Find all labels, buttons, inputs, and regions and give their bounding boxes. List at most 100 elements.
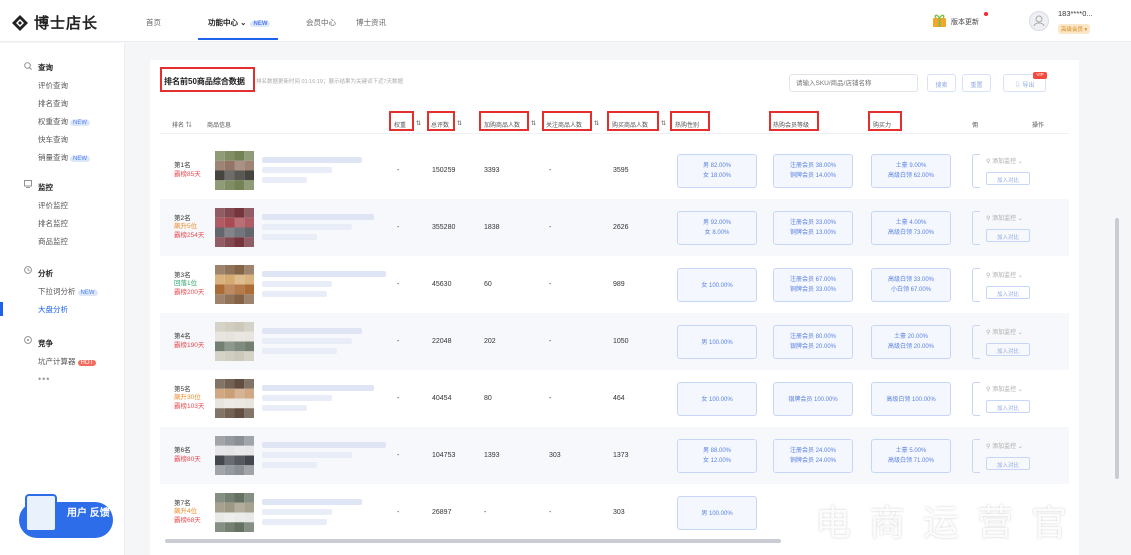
cell-buy: 1373 xyxy=(613,451,629,459)
sidebar-item-rank-query[interactable]: 排名查询 xyxy=(38,98,68,109)
nav-member[interactable]: 会员中心 xyxy=(306,17,336,28)
version-update-link[interactable]: 版本更新 xyxy=(951,17,979,27)
th-total-reviews[interactable]: 总评数 xyxy=(431,120,449,129)
sidebar-item-rank-monitor[interactable]: 排名监控 xyxy=(38,218,68,229)
reset-button[interactable]: 重置 xyxy=(962,74,991,92)
cell-buy: 1050 xyxy=(613,337,629,345)
product-thumbnail[interactable] xyxy=(215,208,254,247)
sidebar-item-market-analysis[interactable]: 大盘分析 xyxy=(38,304,68,315)
search-button[interactable]: 搜索 xyxy=(927,74,956,92)
gender-value: 女 8.00% xyxy=(704,229,730,236)
product-shop-blurred xyxy=(262,394,332,401)
cell-weight: - xyxy=(397,394,400,402)
member-value: 银牌会员 20.00% xyxy=(789,343,837,350)
product-thumbnail[interactable] xyxy=(215,493,254,532)
product-title-blurred[interactable] xyxy=(262,327,362,334)
add-compare-button[interactable]: 加入对比 xyxy=(986,399,1030,413)
th-hot-member-level: 热购会员等级 xyxy=(773,123,810,129)
brand-logo[interactable]: 博士店长 xyxy=(12,12,98,33)
th-rank[interactable]: 排名 ⇅ xyxy=(172,120,192,129)
cell-weight: - xyxy=(397,508,400,516)
product-title-blurred[interactable] xyxy=(262,498,362,505)
chevron-down-icon: ⌄ xyxy=(1017,329,1023,336)
horizontal-scrollbar[interactable] xyxy=(165,539,781,543)
rank-label: 第4名 xyxy=(174,333,191,340)
th-purchasing-power: 购买力 xyxy=(873,123,892,129)
gender-value: 女 100.00% xyxy=(701,396,733,403)
product-title-blurred[interactable] xyxy=(262,270,386,277)
add-compare-button[interactable]: 加入对比 xyxy=(986,228,1030,242)
sidebar-item-sales-query[interactable]: 销量查询 NEW xyxy=(38,152,90,163)
add-monitor-label: 添加监控 xyxy=(992,329,1017,336)
th-weight[interactable]: 权重 xyxy=(394,120,406,129)
power-value: 小白领 67.00% xyxy=(890,286,932,293)
watermark: 电商运营官 xyxy=(815,503,1086,544)
pill-member: 银牌会员 100.00% xyxy=(773,381,853,416)
nav-home[interactable]: 首页 xyxy=(146,17,161,28)
sidebar-item-product-monitor[interactable]: 商品监控 xyxy=(38,236,68,247)
add-compare-button[interactable]: 加入对比 xyxy=(986,342,1030,356)
sidebar-item-label: 权重查询 xyxy=(38,117,68,126)
monitor-icon: ⚲ xyxy=(986,386,991,393)
more-menu[interactable]: ••• xyxy=(38,374,50,384)
th-buy-users[interactable]: 购买商品人数 xyxy=(612,120,648,129)
product-thumbnail[interactable] xyxy=(215,151,254,190)
user-phone[interactable]: 183****0... xyxy=(1058,9,1093,18)
sort-icon[interactable]: ⇅ xyxy=(531,120,536,127)
cell-cart: 80 xyxy=(484,394,492,402)
search-icon xyxy=(24,62,32,70)
cell-cart: - xyxy=(484,508,487,516)
add-monitor-link[interactable]: ⚲ 添加监控 ⌄ xyxy=(986,213,1023,222)
product-thumbnail[interactable] xyxy=(215,322,254,361)
cell-weight: - xyxy=(397,223,400,231)
new-badge: NEW xyxy=(77,290,98,296)
vip-level-badge[interactable]: 高级会员 ▾ xyxy=(1058,24,1091,34)
sort-icon[interactable]: ⇅ xyxy=(457,120,462,127)
sort-icon[interactable]: ⇅ xyxy=(661,120,666,127)
nav-features[interactable]: 功能中心 ⌄ NEW xyxy=(208,17,271,28)
add-monitor-label: 添加监控 xyxy=(992,386,1017,393)
sidebar-section-compete: 竞争 xyxy=(38,339,53,348)
product-meta-blurred xyxy=(262,233,317,240)
nav-news[interactable]: 博士资讯 xyxy=(356,17,386,28)
product-title-blurred[interactable] xyxy=(262,384,374,391)
sidebar-item-review-monitor[interactable]: 评价监控 xyxy=(38,200,68,211)
sidebar-item-express-query[interactable]: 快车查询 xyxy=(38,134,68,145)
sidebar-item-review-query[interactable]: 评价查询 xyxy=(38,80,68,91)
avatar[interactable] xyxy=(1029,11,1049,31)
product-thumbnail[interactable] xyxy=(215,265,254,304)
add-monitor-link[interactable]: ⚲ 添加监控 ⌄ xyxy=(986,156,1023,165)
sidebar-item-dropdown-analysis[interactable]: 下拉词分析 NEW xyxy=(38,286,98,297)
add-compare-button[interactable]: 加入对比 xyxy=(986,285,1030,299)
gift-icon[interactable] xyxy=(932,13,947,28)
sort-icon[interactable]: ⇅ xyxy=(594,120,599,127)
pill-member: 注册会员 67.00% 铜牌会员 33.00% xyxy=(773,267,853,302)
pill-commission xyxy=(972,381,980,416)
sidebar-item-weight-query[interactable]: 权重查询 NEW xyxy=(38,116,90,127)
product-title-blurred[interactable] xyxy=(262,156,362,163)
pill-commission xyxy=(972,210,980,245)
power-value: 土豪 20.00% xyxy=(893,333,929,340)
th-follow-users[interactable]: 关注商品人数 xyxy=(546,120,582,129)
product-thumbnail[interactable] xyxy=(215,379,254,418)
add-monitor-link[interactable]: ⚲ 添加监控 ⌄ xyxy=(986,327,1023,336)
product-title-blurred[interactable] xyxy=(262,213,374,220)
pill-member: 注册会员 24.00% 铜牌会员 24.00% xyxy=(773,438,853,473)
gender-value: 男 82.00% xyxy=(702,162,732,169)
add-compare-button[interactable]: 加入对比 xyxy=(986,456,1030,470)
vertical-scrollbar[interactable] xyxy=(1115,218,1119,479)
th-cart-users[interactable]: 加购商品人数 xyxy=(484,120,520,129)
add-monitor-link[interactable]: ⚲ 添加监控 ⌄ xyxy=(986,270,1023,279)
add-compare-button[interactable]: 加入对比 xyxy=(986,171,1030,185)
add-monitor-link[interactable]: ⚲ 添加监控 ⌄ xyxy=(986,384,1023,393)
cell-reviews: 355280 xyxy=(432,223,456,231)
search-input[interactable] xyxy=(789,74,918,92)
cell-cart: 60 xyxy=(484,280,492,288)
add-monitor-link[interactable]: ⚲ 添加监控 ⌄ xyxy=(986,441,1023,450)
sort-icon[interactable]: ⇅ xyxy=(416,120,421,127)
feedback-button[interactable]: 用户 反馈 xyxy=(19,494,113,538)
rank-trend: 飙升4位 xyxy=(174,508,198,516)
product-thumbnail[interactable] xyxy=(215,436,254,475)
product-title-blurred[interactable] xyxy=(262,441,386,448)
sidebar-item-pit-calculator[interactable]: 坑产计算器 HOT xyxy=(38,356,97,367)
